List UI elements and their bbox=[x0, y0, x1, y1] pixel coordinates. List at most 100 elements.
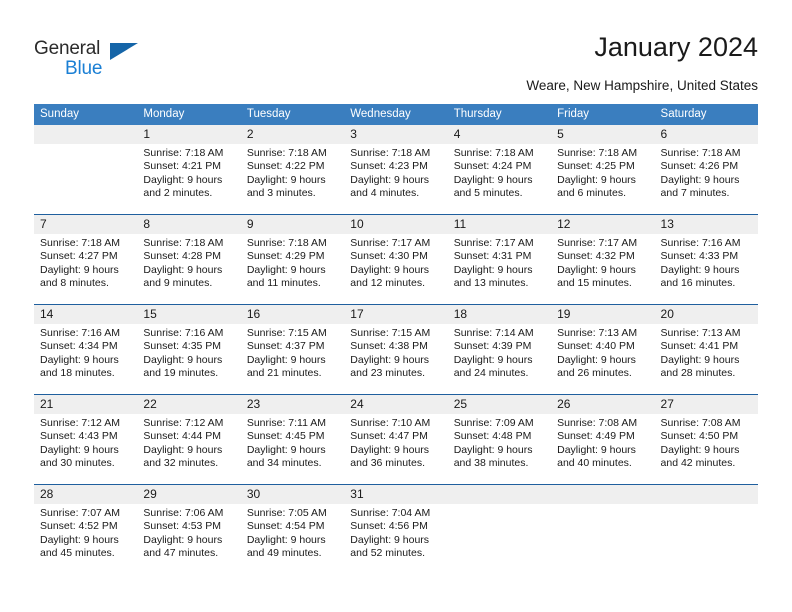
day-number-11[interactable]: 11 bbox=[448, 215, 551, 234]
day-detail-line: and 4 minutes. bbox=[350, 187, 420, 200]
weekday-header-thursday: Thursday bbox=[453, 108, 502, 120]
day-cell-11[interactable]: Sunrise: 7:17 AM Sunset: 4:31 PM Daylight:… bbox=[448, 234, 551, 304]
day-number-22[interactable]: 22 bbox=[137, 395, 240, 414]
day-number-16[interactable]: 16 bbox=[241, 305, 344, 324]
day-number-4[interactable]: 4 bbox=[448, 125, 551, 144]
day-cell-6[interactable]: Sunrise: 7:18 AM Sunset: 4:26 PM Daylight:… bbox=[655, 144, 758, 214]
day-detail-line: Sunrise: 7:12 AM bbox=[40, 417, 120, 429]
day-cell-22[interactable]: Sunrise: 7:12 AM Sunset: 4:44 PM Daylight:… bbox=[137, 414, 240, 484]
day-cell-13[interactable]: Sunrise: 7:16 AM Sunset: 4:33 PM Daylight:… bbox=[655, 234, 758, 304]
day-cell-12[interactable]: Sunrise: 7:17 AM Sunset: 4:32 PM Daylight:… bbox=[551, 234, 654, 304]
day-cell-8[interactable]: Sunrise: 7:18 AM Sunset: 4:28 PM Daylight:… bbox=[137, 234, 240, 304]
day-detail-line: and 19 minutes. bbox=[143, 367, 219, 380]
day-detail-line: Sunrise: 7:16 AM bbox=[143, 327, 224, 339]
day-cell-29[interactable]: Sunrise: 7:06 AM Sunset: 4:53 PM Daylight:… bbox=[137, 504, 240, 574]
day-number-27[interactable]: 27 bbox=[655, 395, 758, 414]
day-number-10[interactable]: 10 bbox=[344, 215, 447, 234]
day-detail-line: and 49 minutes. bbox=[246, 547, 322, 560]
day-detail-line: Daylight: 9 hours bbox=[453, 443, 533, 456]
day-cell-31[interactable]: Sunrise: 7:04 AM Sunset: 4:56 PM Daylight:… bbox=[344, 504, 447, 574]
day-number-24[interactable]: 24 bbox=[344, 395, 447, 414]
day-cell-24[interactable]: Sunrise: 7:10 AM Sunset: 4:47 PM Daylight:… bbox=[344, 414, 447, 484]
day-number-13[interactable]: 13 bbox=[655, 215, 758, 234]
day-number-20[interactable]: 20 bbox=[655, 305, 758, 324]
day-number-26[interactable]: 26 bbox=[551, 395, 654, 414]
day-detail-line: and 16 minutes. bbox=[660, 277, 736, 290]
page-subtitle: Weare, New Hampshire, United States bbox=[526, 78, 758, 93]
day-detail-line: Sunset: 4:52 PM bbox=[40, 520, 118, 533]
day-cell-23[interactable]: Sunrise: 7:11 AM Sunset: 4:45 PM Daylight:… bbox=[241, 414, 344, 484]
day-number-empty bbox=[655, 485, 758, 504]
day-detail-line: Sunset: 4:47 PM bbox=[350, 430, 428, 443]
day-cell-9[interactable]: Sunrise: 7:18 AM Sunset: 4:29 PM Daylight:… bbox=[241, 234, 344, 304]
day-detail-line: Sunset: 4:28 PM bbox=[143, 250, 222, 263]
day-detail-line: Daylight: 9 hours bbox=[453, 353, 533, 366]
day-cell-20[interactable]: Sunrise: 7:13 AM Sunset: 4:41 PM Daylight:… bbox=[655, 324, 758, 394]
day-detail-line: and 11 minutes. bbox=[246, 277, 321, 290]
day-detail-line: Sunset: 4:54 PM bbox=[246, 520, 325, 533]
day-number-25[interactable]: 25 bbox=[448, 395, 551, 414]
day-number-7[interactable]: 7 bbox=[34, 215, 137, 234]
day-cell-4[interactable]: Sunrise: 7:18 AM Sunset: 4:24 PM Daylight:… bbox=[448, 144, 551, 214]
day-number-9[interactable]: 9 bbox=[241, 215, 344, 234]
day-number-empty bbox=[34, 125, 137, 144]
day-detail-line: Sunset: 4:41 PM bbox=[660, 340, 739, 353]
day-detail-line: Sunset: 4:38 PM bbox=[350, 340, 428, 353]
day-cell-16[interactable]: Sunrise: 7:15 AM Sunset: 4:37 PM Daylight:… bbox=[241, 324, 344, 394]
day-cell-2[interactable]: Sunrise: 7:18 AM Sunset: 4:22 PM Daylight:… bbox=[241, 144, 344, 214]
day-number-2[interactable]: 2 bbox=[241, 125, 344, 144]
day-number-17[interactable]: 17 bbox=[344, 305, 447, 324]
day-cell-10[interactable]: Sunrise: 7:17 AM Sunset: 4:30 PM Daylight:… bbox=[344, 234, 447, 304]
day-detail-line: Sunset: 4:43 PM bbox=[40, 430, 118, 443]
weekday-header-saturday: Saturday bbox=[660, 108, 707, 120]
day-cell-25[interactable]: Sunrise: 7:09 AM Sunset: 4:48 PM Daylight:… bbox=[448, 414, 551, 484]
day-number-15[interactable]: 15 bbox=[137, 305, 240, 324]
day-detail-line: Sunrise: 7:07 AM bbox=[40, 507, 120, 519]
day-number-3[interactable]: 3 bbox=[344, 125, 447, 144]
day-number-18[interactable]: 18 bbox=[448, 305, 551, 324]
day-cell-21[interactable]: Sunrise: 7:12 AM Sunset: 4:43 PM Daylight:… bbox=[34, 414, 137, 484]
day-detail-line: Daylight: 9 hours bbox=[350, 173, 430, 186]
day-detail-line: Sunrise: 7:16 AM bbox=[40, 327, 120, 339]
logo[interactable]: General Blue bbox=[34, 38, 164, 82]
weekday-header-wednesday: Wednesday bbox=[350, 108, 411, 120]
calendar-grid: Sunday Monday Tuesday Wednesday Thursday Frid… bbox=[34, 104, 758, 574]
week-detail-strip: Sunrise: 7:18 AM Sunset: 4:21 PM Daylight:… bbox=[34, 144, 758, 214]
day-cell-27[interactable]: Sunrise: 7:08 AM Sunset: 4:50 PM Daylight:… bbox=[655, 414, 758, 484]
day-detail-line: Sunrise: 7:13 AM bbox=[660, 327, 741, 339]
day-cell-14[interactable]: Sunrise: 7:16 AM Sunset: 4:34 PM Daylight:… bbox=[34, 324, 137, 394]
day-cell-7[interactable]: Sunrise: 7:18 AM Sunset: 4:27 PM Daylight:… bbox=[34, 234, 137, 304]
day-detail-line: and 9 minutes. bbox=[143, 277, 213, 290]
day-number-23[interactable]: 23 bbox=[241, 395, 344, 414]
day-cell-26[interactable]: Sunrise: 7:08 AM Sunset: 4:49 PM Daylight:… bbox=[551, 414, 654, 484]
day-number-5[interactable]: 5 bbox=[551, 125, 654, 144]
day-number-6[interactable]: 6 bbox=[655, 125, 758, 144]
day-detail-line: and 26 minutes. bbox=[557, 367, 632, 380]
day-number-8[interactable]: 8 bbox=[137, 215, 240, 234]
day-cell-18[interactable]: Sunrise: 7:14 AM Sunset: 4:39 PM Daylight:… bbox=[448, 324, 551, 394]
day-detail-line: and 15 minutes. bbox=[557, 277, 632, 290]
day-cell-empty bbox=[34, 144, 137, 214]
day-number-21[interactable]: 21 bbox=[34, 395, 137, 414]
day-number-28[interactable]: 28 bbox=[34, 485, 137, 504]
day-detail-line: Sunset: 4:44 PM bbox=[143, 430, 222, 443]
day-detail-line: Sunset: 4:23 PM bbox=[350, 160, 428, 173]
day-cell-15[interactable]: Sunrise: 7:16 AM Sunset: 4:35 PM Daylight:… bbox=[137, 324, 240, 394]
day-number-1[interactable]: 1 bbox=[137, 125, 240, 144]
day-cell-5[interactable]: Sunrise: 7:18 AM Sunset: 4:25 PM Daylight:… bbox=[551, 144, 654, 214]
day-number-29[interactable]: 29 bbox=[137, 485, 240, 504]
day-cell-3[interactable]: Sunrise: 7:18 AM Sunset: 4:23 PM Daylight:… bbox=[344, 144, 447, 214]
day-number-19[interactable]: 19 bbox=[551, 305, 654, 324]
calendar-week-row: 14 15 16 17 18 19 20 Sunrise: 7:16 AM Sunset: 4:… bbox=[34, 304, 758, 394]
day-cell-28[interactable]: Sunrise: 7:07 AM Sunset: 4:52 PM Daylight:… bbox=[34, 504, 137, 574]
day-detail-line: Sunrise: 7:15 AM bbox=[350, 327, 431, 339]
day-number-30[interactable]: 30 bbox=[241, 485, 344, 504]
week-daynumber-strip: 7 8 9 10 11 12 13 bbox=[34, 215, 758, 234]
day-cell-1[interactable]: Sunrise: 7:18 AM Sunset: 4:21 PM Daylight:… bbox=[137, 144, 240, 214]
day-number-14[interactable]: 14 bbox=[34, 305, 137, 324]
day-number-12[interactable]: 12 bbox=[551, 215, 654, 234]
day-cell-30[interactable]: Sunrise: 7:05 AM Sunset: 4:54 PM Daylight:… bbox=[241, 504, 344, 574]
day-cell-19[interactable]: Sunrise: 7:13 AM Sunset: 4:40 PM Daylight:… bbox=[551, 324, 654, 394]
day-number-31[interactable]: 31 bbox=[344, 485, 447, 504]
day-cell-17[interactable]: Sunrise: 7:15 AM Sunset: 4:38 PM Daylight:… bbox=[344, 324, 447, 394]
